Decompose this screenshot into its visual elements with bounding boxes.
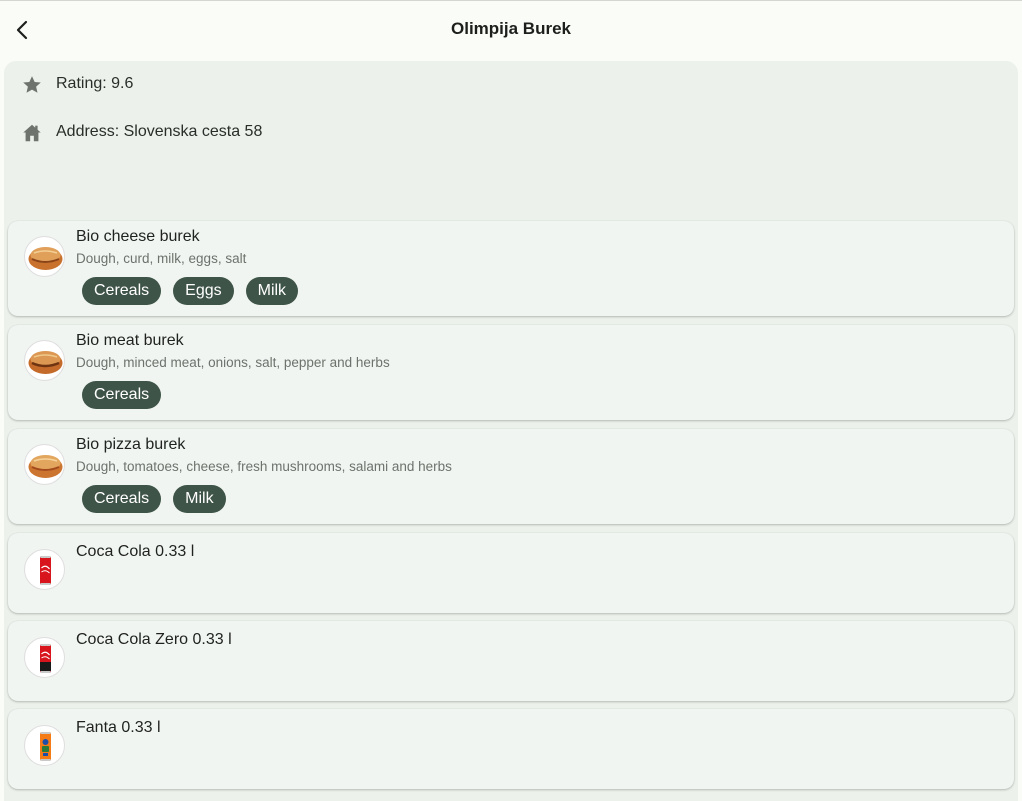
address-text: Address: Slovenska cesta 58 xyxy=(56,123,263,140)
fanta-can-image xyxy=(24,725,65,766)
item-description: Dough, curd, milk, eggs, salt xyxy=(76,251,247,266)
star-icon xyxy=(23,76,41,93)
allergen-tags: Cereals Eggs Milk xyxy=(82,277,299,305)
allergen-chip[interactable]: Cereals xyxy=(82,381,162,409)
coca-cola-zero-can-image xyxy=(24,637,65,678)
item-name: Bio meat burek xyxy=(76,332,184,349)
menu-item[interactable]: Bio cheese burek Dough, curd, milk, eggs… xyxy=(8,221,1014,316)
burek-image xyxy=(24,340,65,381)
allergen-tags: Cereals xyxy=(82,381,162,409)
burek-image xyxy=(24,236,65,277)
item-name: Bio cheese burek xyxy=(76,228,200,245)
menu-item[interactable]: Fanta 0.33 l xyxy=(8,709,1014,789)
allergen-chip[interactable]: Milk xyxy=(173,485,226,513)
menu-item[interactable]: Coca Cola 0.33 l xyxy=(8,533,1014,613)
item-description: Dough, minced meat, onions, salt, pepper… xyxy=(76,355,390,370)
allergen-chip[interactable]: Milk xyxy=(245,277,299,305)
item-description: Dough, tomatoes, cheese, fresh mushrooms… xyxy=(76,459,452,474)
item-name: Bio pizza burek xyxy=(76,436,186,453)
allergen-chip[interactable]: Cereals xyxy=(82,277,162,305)
rating-text: Rating: 9.6 xyxy=(56,75,134,92)
allergen-chip[interactable]: Cereals xyxy=(82,485,162,513)
item-name: Coca Cola Zero 0.33 l xyxy=(76,631,232,648)
menu-item[interactable]: Bio meat burek Dough, minced meat, onion… xyxy=(8,325,1014,420)
item-name: Fanta 0.33 l xyxy=(76,719,161,736)
coca-cola-can-image xyxy=(24,549,65,590)
page-title: Olimpija Burek xyxy=(451,19,571,38)
allergen-tags: Cereals Milk xyxy=(82,485,226,513)
restaurant-panel: Rating: 9.6 Address: Slovenska cesta 58 … xyxy=(4,61,1018,801)
allergen-chip[interactable]: Eggs xyxy=(173,277,234,305)
menu-item[interactable]: Bio pizza burek Dough, tomatoes, cheese,… xyxy=(8,429,1014,524)
item-name: Coca Cola 0.33 l xyxy=(76,543,195,560)
menu-item[interactable]: Coca Cola Zero 0.33 l xyxy=(8,621,1014,701)
home-icon xyxy=(23,124,41,142)
rating-row: Rating: 9.6 xyxy=(4,69,1018,99)
app-bar: Olimpija Burek xyxy=(0,0,1022,58)
burek-image xyxy=(24,444,65,485)
address-row: Address: Slovenska cesta 58 xyxy=(4,117,1018,147)
